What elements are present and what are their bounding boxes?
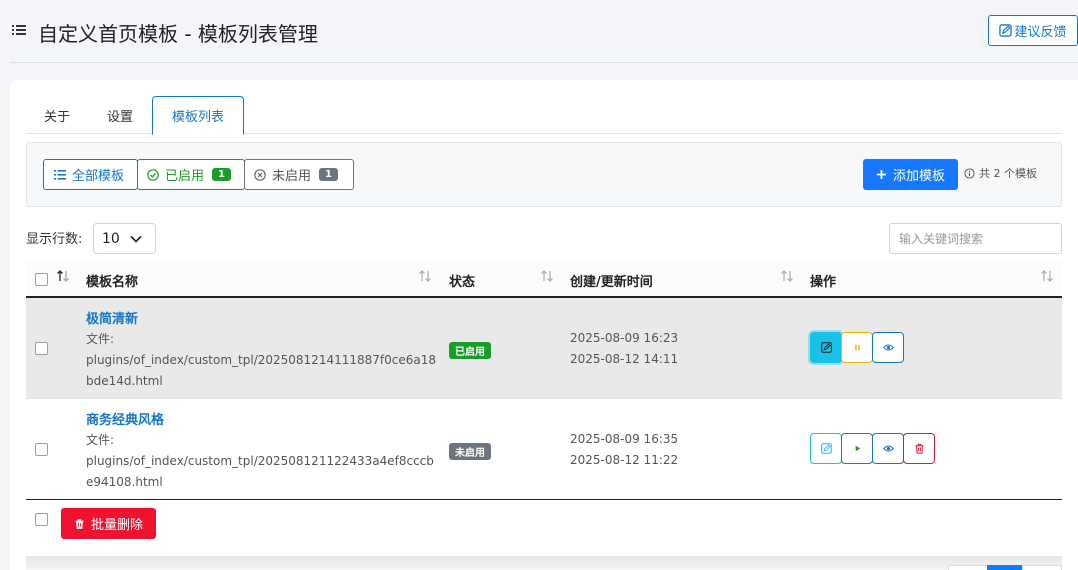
template-name-link[interactable]: 极简清新 xyxy=(86,308,138,327)
eye-icon xyxy=(882,445,894,452)
search-input[interactable] xyxy=(889,223,1062,254)
template-times: 2025-08-09 16:23 2025-08-12 14:11 xyxy=(570,328,678,370)
chevron-down-icon xyxy=(130,235,142,243)
template-count-note: 共 2 个模板 xyxy=(964,165,1037,181)
template-times: 2025-08-09 16:35 2025-08-12 11:22 xyxy=(570,429,678,471)
table-row: 极简清新 文件: plugins/of_index/custom_tpl/202… xyxy=(26,298,1062,399)
template-name-link[interactable]: 商务经典风格 xyxy=(86,409,164,428)
template-file: 文件: plugins/of_index/custom_tpl/20250812… xyxy=(86,430,436,493)
table-header: 模板名称 状态 创建/更新时间 操作 xyxy=(26,261,1062,298)
edit-button[interactable] xyxy=(810,433,842,464)
pagination-prev[interactable] xyxy=(948,565,988,570)
x-circle-icon xyxy=(254,168,266,181)
rows-per-page-label: 显示行数: xyxy=(26,232,83,247)
table-row: 商务经典风格 文件: plugins/of_index/custom_tpl/2… xyxy=(26,399,1062,500)
edit-icon xyxy=(820,342,832,353)
rows-per-page-value: 10 xyxy=(102,230,120,247)
row-checkbox[interactable] xyxy=(35,342,48,355)
page-title: 自定义首页模板 - 模板列表管理 xyxy=(38,22,318,46)
template-count-text: 共 2 个模板 xyxy=(979,167,1037,180)
filter-enabled-label: 已启用 xyxy=(165,169,205,184)
column-name: 模板名称 xyxy=(86,275,139,290)
feedback-label: 建议反馈 xyxy=(1014,25,1067,40)
enable-button[interactable] xyxy=(841,433,873,464)
sort-icon[interactable] xyxy=(56,269,70,283)
footer-select-all-checkbox[interactable] xyxy=(35,513,48,526)
filter-disabled-label: 未启用 xyxy=(272,169,312,184)
file-label: 文件: xyxy=(86,433,115,447)
preview-button[interactable] xyxy=(872,332,904,363)
add-template-label: 添加模板 xyxy=(892,169,945,184)
sort-icon[interactable] xyxy=(418,269,432,283)
check-circle-icon xyxy=(147,168,159,181)
select-all-checkbox[interactable] xyxy=(35,273,48,286)
disable-button[interactable] xyxy=(841,332,873,363)
column-status: 状态 xyxy=(449,275,476,290)
file-path: plugins/of_index/custom_tpl/202508121411… xyxy=(86,353,436,388)
filter-bar: 全部模板 已启用 1 未启用 1 添加模板 共 2 个模板 xyxy=(26,142,1062,207)
list-icon xyxy=(54,169,66,180)
created-time: 2025-08-09 16:35 xyxy=(570,432,679,446)
file-path: plugins/of_index/custom_tpl/202508121122… xyxy=(86,454,434,489)
tab-template-list[interactable]: 模板列表 xyxy=(152,96,244,135)
trash-icon xyxy=(914,443,924,454)
row-actions xyxy=(810,433,935,464)
updated-time: 2025-08-12 11:22 xyxy=(570,453,679,467)
row-checkbox[interactable] xyxy=(35,443,48,456)
sort-icon[interactable] xyxy=(540,269,554,283)
play-icon xyxy=(855,445,860,452)
sort-icon[interactable] xyxy=(1040,269,1054,283)
card-bottom-edge xyxy=(26,556,1062,570)
enabled-count-badge: 1 xyxy=(212,168,231,181)
disabled-count-badge: 1 xyxy=(319,168,338,181)
feedback-button[interactable]: 建议反馈 xyxy=(988,15,1078,46)
plus-icon xyxy=(876,170,886,179)
pause-icon xyxy=(854,344,860,351)
filter-disabled-button[interactable]: 未启用 1 xyxy=(244,159,354,190)
sort-icon[interactable] xyxy=(780,269,794,283)
bulk-delete-button[interactable]: 批量删除 xyxy=(61,508,156,539)
status-badge: 已启用 xyxy=(449,342,491,359)
add-template-button[interactable]: 添加模板 xyxy=(863,159,958,190)
filter-enabled-button[interactable]: 已启用 1 xyxy=(137,159,245,190)
list-icon xyxy=(12,25,26,35)
updated-time: 2025-08-12 14:11 xyxy=(570,352,679,366)
eye-icon xyxy=(882,344,894,351)
tab-bar: 关于 设置 模板列表 xyxy=(26,96,1062,135)
info-icon xyxy=(964,167,975,179)
main-card: 关于 设置 模板列表 全部模板 已启用 1 未启用 1 添加模板 共 2 个模板… xyxy=(10,80,1078,570)
trash-icon xyxy=(75,518,84,529)
pagination-current-page[interactable] xyxy=(987,565,1023,570)
page-header: 自定义首页模板 - 模板列表管理 建议反馈 xyxy=(0,0,1078,64)
template-file: 文件: plugins/of_index/custom_tpl/20250812… xyxy=(86,329,436,392)
edit-square-icon xyxy=(999,24,1013,37)
pagination-next[interactable] xyxy=(1022,565,1062,570)
template-table: 模板名称 状态 创建/更新时间 操作 极简清新 文件: plugins/of_i… xyxy=(26,261,1062,553)
preview-button[interactable] xyxy=(872,433,904,464)
rows-per-page-select[interactable]: 10 xyxy=(93,223,156,254)
delete-button[interactable] xyxy=(903,433,935,464)
column-time: 创建/更新时间 xyxy=(570,275,653,290)
edit-icon xyxy=(820,443,832,454)
column-actions: 操作 xyxy=(810,275,837,290)
tab-settings[interactable]: 设置 xyxy=(88,96,152,134)
status-badge: 未启用 xyxy=(449,443,491,460)
header-divider xyxy=(10,62,1078,63)
filter-all-button[interactable]: 全部模板 xyxy=(43,159,138,190)
row-actions xyxy=(810,332,904,363)
created-time: 2025-08-09 16:23 xyxy=(570,331,679,345)
tab-about[interactable]: 关于 xyxy=(26,96,88,134)
filter-all-label: 全部模板 xyxy=(72,169,125,184)
file-label: 文件: xyxy=(86,332,115,346)
table-footer: 批量删除 xyxy=(26,499,1062,553)
bulk-delete-label: 批量删除 xyxy=(90,518,143,533)
edit-button[interactable] xyxy=(810,332,842,363)
